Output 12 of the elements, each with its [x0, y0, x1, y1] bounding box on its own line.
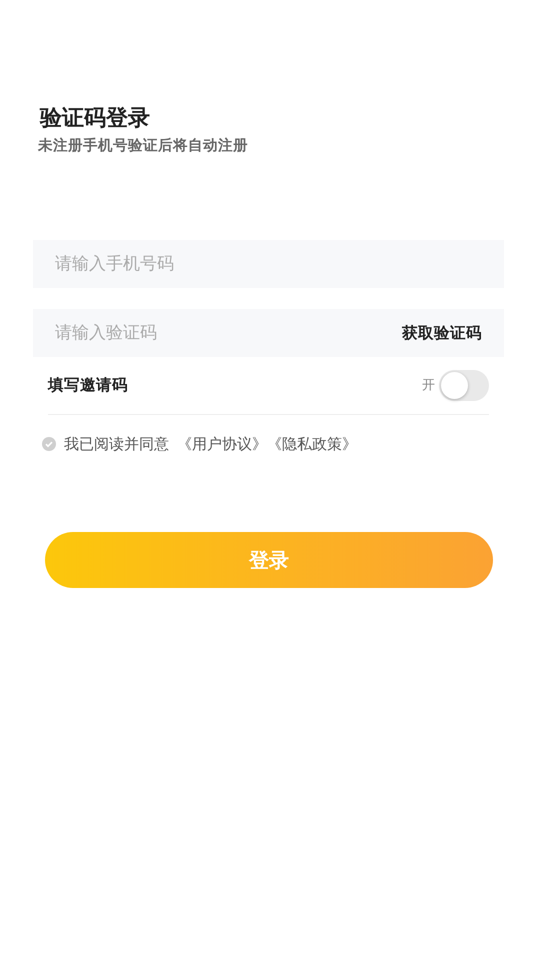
get-code-button[interactable]: 获取验证码 — [402, 309, 504, 358]
invite-code-switch[interactable] — [439, 370, 489, 402]
invite-code-label: 填写邀请码 — [48, 375, 128, 396]
phone-field[interactable]: 请输入手机号码 — [33, 240, 504, 288]
switch-label: 开 — [422, 376, 435, 395]
agree-checkbox[interactable] — [42, 437, 56, 452]
page-title: 验证码登录 — [40, 106, 151, 132]
code-field[interactable]: 请输入验证码 — [33, 309, 402, 358]
agreement-text: 我已阅读并同意 — [64, 434, 169, 456]
agreement-link[interactable]: 《用户协议》 — [177, 433, 267, 456]
agreement-link[interactable]: 《隐私政策》 — [267, 433, 357, 456]
page-subtitle: 未注册手机号验证后将自动注册 — [38, 136, 249, 156]
